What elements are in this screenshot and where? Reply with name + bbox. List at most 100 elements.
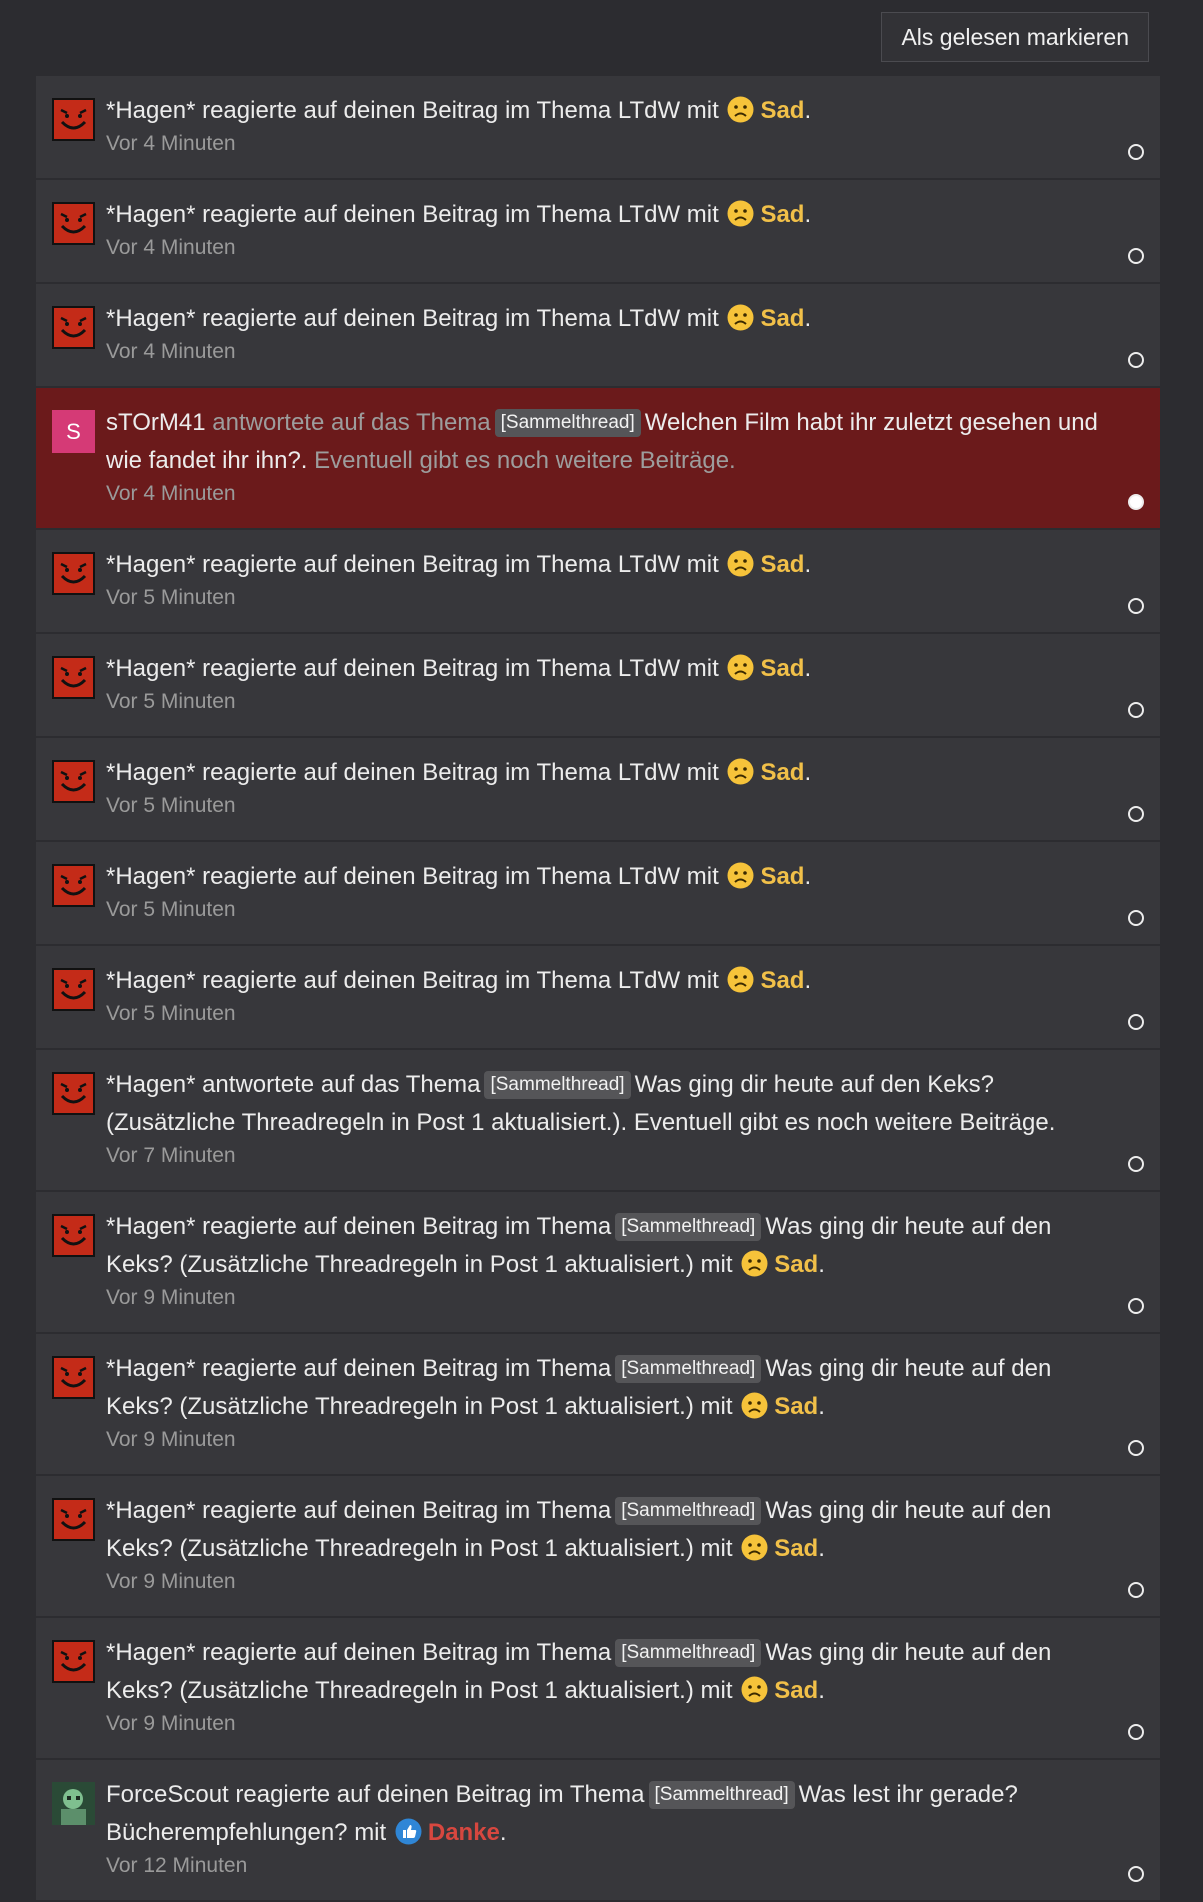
thread-prefix-tag: [Sammelthread] <box>648 1781 795 1809</box>
mark-read-toggle[interactable] <box>1128 1582 1144 1598</box>
topic-link[interactable]: LTdW <box>618 759 680 786</box>
user-link[interactable]: *Hagen* <box>106 305 195 332</box>
thumbs-up-icon <box>395 1818 422 1845</box>
timestamp: Vor 7 Minuten <box>106 1144 236 1167</box>
notification-list: *Hagen* reagierte auf deinen Beitrag im … <box>36 76 1160 1902</box>
topic-link[interactable]: LTdW <box>618 305 680 332</box>
user-link[interactable]: *Hagen* <box>106 1213 195 1240</box>
avatar[interactable] <box>52 760 95 803</box>
timestamp: Vor 5 Minuten <box>106 690 236 713</box>
user-link[interactable]: *Hagen* <box>106 1497 195 1524</box>
more-posts-text: Eventuell gibt es noch weitere Beiträge. <box>633 1109 1056 1136</box>
user-link[interactable]: ForceScout <box>106 1781 229 1808</box>
action-text: reagierte auf deinen Beitrag im Thema <box>202 1639 612 1666</box>
mark-read-toggle[interactable] <box>1128 1724 1144 1740</box>
user-link[interactable]: *Hagen* <box>106 551 195 578</box>
avatar[interactable] <box>52 1356 95 1399</box>
avatar[interactable] <box>52 202 95 245</box>
thread-prefix-tag: [Sammelthread] <box>615 1355 762 1383</box>
notification-item[interactable]: *Hagen* reagierte auf deinen Beitrag im … <box>36 1476 1160 1618</box>
avatar[interactable] <box>52 656 95 699</box>
user-link[interactable]: *Hagen* <box>106 1071 195 1098</box>
user-link[interactable]: *Hagen* <box>106 759 195 786</box>
mit-text: mit <box>686 967 719 994</box>
user-link[interactable]: *Hagen* <box>106 655 195 682</box>
topic-link[interactable]: LTdW <box>618 655 680 682</box>
user-link[interactable]: *Hagen* <box>106 97 195 124</box>
thread-prefix-tag: [Sammelthread] <box>615 1213 762 1241</box>
notification-item[interactable]: *Hagen* reagierte auf deinen Beitrag im … <box>36 1192 1160 1334</box>
thread-prefix-tag: [Sammelthread] <box>484 1071 631 1099</box>
thread-prefix-tag: [Sammelthread] <box>494 409 641 437</box>
avatar[interactable] <box>52 98 95 141</box>
notification-item[interactable]: *Hagen* reagierte auf deinen Beitrag im … <box>36 1334 1160 1476</box>
topic-link[interactable]: LTdW <box>618 97 680 124</box>
notification-item[interactable]: *Hagen* reagierte auf deinen Beitrag im … <box>36 284 1160 388</box>
reaction-label: Sad <box>774 1535 819 1562</box>
user-link[interactable]: *Hagen* <box>106 863 195 890</box>
avatar[interactable] <box>52 1782 95 1825</box>
mark-read-toggle[interactable] <box>1128 248 1144 264</box>
notification-item[interactable]: *Hagen* antwortete auf das Thema [Sammelt… <box>36 1050 1160 1192</box>
notification-item[interactable]: *Hagen* reagierte auf deinen Beitrag im … <box>36 738 1160 842</box>
thread-prefix-tag: [Sammelthread] <box>615 1639 762 1667</box>
mark-read-toggle[interactable] <box>1128 1156 1144 1172</box>
action-text: reagierte auf deinen Beitrag im Thema <box>202 759 612 786</box>
avatar[interactable]: S <box>52 410 95 453</box>
sad-emoji-icon <box>727 200 754 227</box>
mark-read-toggle[interactable] <box>1128 352 1144 368</box>
timestamp: Vor 4 Minuten <box>106 132 236 155</box>
avatar[interactable] <box>52 1640 95 1683</box>
mark-read-toggle[interactable] <box>1128 910 1144 926</box>
mit-text: mit <box>686 759 719 786</box>
mit-text: mit <box>686 551 719 578</box>
sad-emoji-icon <box>727 966 754 993</box>
notification-item[interactable]: ForceScout reagierte auf deinen Beitrag … <box>36 1760 1160 1902</box>
mark-read-toggle[interactable] <box>1128 494 1144 510</box>
action-text: reagierte auf deinen Beitrag im Thema <box>202 305 612 332</box>
notification-item[interactable]: *Hagen* reagierte auf deinen Beitrag im … <box>36 634 1160 738</box>
mark-read-toggle[interactable] <box>1128 1014 1144 1030</box>
mark-read-toggle[interactable] <box>1128 1440 1144 1456</box>
reaction-label: Sad <box>760 967 805 994</box>
sad-emoji-icon <box>727 304 754 331</box>
user-link[interactable]: *Hagen* <box>106 1355 195 1382</box>
action-text: antwortete auf das Thema <box>202 1071 481 1098</box>
avatar[interactable] <box>52 864 95 907</box>
reaction-label: Sad <box>760 863 805 890</box>
mark-read-toggle[interactable] <box>1128 1866 1144 1882</box>
notification-item[interactable]: *Hagen* reagierte auf deinen Beitrag im … <box>36 946 1160 1050</box>
notification-item[interactable]: *Hagen* reagierte auf deinen Beitrag im … <box>36 76 1160 180</box>
avatar[interactable] <box>52 1214 95 1257</box>
avatar[interactable] <box>52 552 95 595</box>
notification-item-unread[interactable]: S sTOrM41 antwortete auf das Thema [Samme… <box>36 388 1160 530</box>
reaction-label: Sad <box>760 551 805 578</box>
topic-link[interactable]: LTdW <box>618 967 680 994</box>
user-link[interactable]: *Hagen* <box>106 1639 195 1666</box>
mark-read-toggle[interactable] <box>1128 144 1144 160</box>
mark-read-toggle[interactable] <box>1128 598 1144 614</box>
notification-item[interactable]: *Hagen* reagierte auf deinen Beitrag im … <box>36 1618 1160 1760</box>
reaction-label: Sad <box>760 759 805 786</box>
mark-read-toggle[interactable] <box>1128 806 1144 822</box>
action-text: reagierte auf deinen Beitrag im Thema <box>235 1781 645 1808</box>
topic-link[interactable]: LTdW <box>618 863 680 890</box>
mit-text: mit <box>686 655 719 682</box>
notification-item[interactable]: *Hagen* reagierte auf deinen Beitrag im … <box>36 530 1160 634</box>
mark-read-toggle[interactable] <box>1128 1298 1144 1314</box>
user-link[interactable]: *Hagen* <box>106 201 195 228</box>
notification-item[interactable]: *Hagen* reagierte auf deinen Beitrag im … <box>36 180 1160 284</box>
timestamp: Vor 12 Minuten <box>106 1854 248 1877</box>
avatar[interactable] <box>52 1498 95 1541</box>
topic-link[interactable]: LTdW <box>618 551 680 578</box>
avatar[interactable] <box>52 306 95 349</box>
notification-item[interactable]: *Hagen* reagierte auf deinen Beitrag im … <box>36 842 1160 946</box>
avatar[interactable] <box>52 968 95 1011</box>
user-link[interactable]: sTOrM41 <box>106 409 206 436</box>
action-text: reagierte auf deinen Beitrag im Thema <box>202 967 612 994</box>
mark-read-toggle[interactable] <box>1128 702 1144 718</box>
user-link[interactable]: *Hagen* <box>106 967 195 994</box>
topic-link[interactable]: LTdW <box>618 201 680 228</box>
mark-all-read-button[interactable]: Als gelesen markieren <box>881 12 1149 62</box>
avatar[interactable] <box>52 1072 95 1115</box>
